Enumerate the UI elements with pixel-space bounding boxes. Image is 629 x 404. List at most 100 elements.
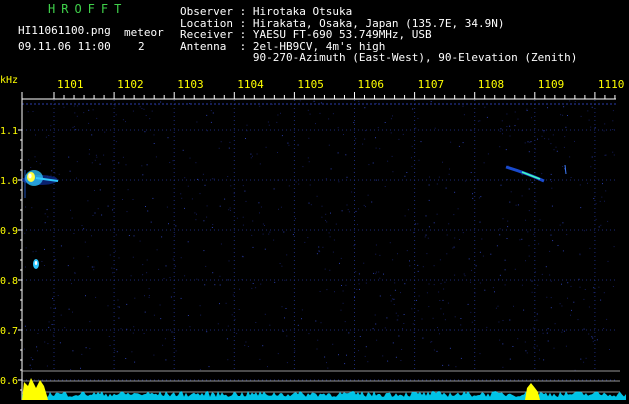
noise-speckle (513, 305, 514, 307)
noise-speckle (77, 105, 79, 107)
noise-speckle (175, 265, 176, 267)
noise-speckle (265, 146, 267, 148)
noise-speckle (244, 344, 246, 346)
noise-speckle (495, 307, 497, 309)
noise-speckle (317, 339, 319, 341)
noise-speckle (69, 170, 71, 172)
noise-speckle (431, 341, 433, 343)
noise-speckle (379, 277, 381, 279)
noise-speckle (524, 341, 526, 343)
noise-speckle (387, 360, 389, 362)
noise-speckle (382, 355, 384, 357)
noise-speckle (570, 177, 572, 178)
noise-speckle (134, 297, 136, 299)
noise-speckle (551, 187, 553, 189)
noise-speckle (439, 300, 441, 301)
noise-speckle (553, 149, 555, 151)
noise-speckle (145, 115, 147, 116)
noise-speckle (112, 209, 114, 211)
noise-speckle (181, 197, 183, 199)
noise-speckle (139, 240, 141, 242)
noise-speckle (329, 269, 331, 271)
noise-speckle (117, 299, 119, 301)
noise-speckle (585, 357, 587, 359)
noise-speckle (47, 343, 49, 345)
noise-speckle (210, 110, 212, 112)
noise-speckle (591, 156, 593, 158)
noise-speckle (189, 157, 191, 159)
noise-speckle (132, 199, 134, 200)
noise-speckle (587, 110, 589, 112)
noise-speckle (395, 312, 397, 314)
noise-speckle (527, 231, 529, 233)
noise-speckle (103, 154, 105, 156)
noise-speckle (173, 338, 175, 339)
noise-speckle (463, 273, 465, 275)
noise-speckle (206, 205, 208, 207)
noise-speckle (438, 291, 440, 293)
noise-speckle (506, 238, 508, 239)
noise-speckle (74, 112, 76, 114)
noise-speckle (413, 232, 414, 234)
noise-speckle (206, 331, 208, 333)
noise-speckle (557, 245, 559, 246)
noise-speckle (125, 358, 127, 359)
noise-speckle (148, 295, 150, 296)
noise-speckle (115, 114, 117, 116)
noise-speckle (547, 107, 548, 109)
noise-speckle (471, 269, 472, 271)
noise-speckle (328, 232, 330, 234)
noise-speckle (528, 245, 530, 247)
freq-label: 0.9 (0, 226, 18, 237)
noise-speckle (593, 287, 595, 289)
noise-speckle (245, 341, 247, 343)
noise-speckle (242, 256, 244, 258)
noise-speckle (500, 184, 502, 186)
noise-speckle (342, 290, 344, 292)
noise-speckle (398, 335, 400, 337)
noise-speckle (550, 297, 552, 299)
noise-speckle (203, 250, 205, 252)
noise-speckle (562, 166, 564, 167)
noise-speckle (450, 141, 452, 143)
noise-speckle (445, 187, 447, 189)
noise-speckle (462, 105, 464, 107)
noise-speckle (494, 291, 495, 293)
noise-speckle (472, 193, 473, 195)
noise-speckle (203, 220, 205, 222)
noise-speckle (440, 308, 442, 310)
noise-speckle (44, 222, 46, 224)
noise-speckle (60, 314, 62, 316)
noise-speckle (30, 357, 32, 359)
noise-speckle (517, 204, 519, 206)
noise-speckle (228, 260, 230, 262)
noise-speckle (467, 303, 469, 305)
noise-speckle (148, 296, 150, 298)
noise-speckle (227, 325, 229, 327)
noise-speckle (151, 110, 153, 112)
noise-speckle (479, 221, 481, 223)
noise-speckle (438, 176, 440, 178)
noise-speckle (531, 291, 533, 293)
noise-speckle (386, 317, 388, 319)
noise-speckle (109, 345, 111, 346)
noise-speckle (204, 284, 206, 286)
noise-speckle (167, 137, 169, 139)
noise-speckle (613, 246, 615, 248)
noise-speckle (570, 285, 572, 287)
noise-speckle (411, 166, 413, 167)
noise-speckle (321, 205, 323, 207)
noise-speckle (393, 298, 395, 300)
noise-speckle (436, 183, 438, 185)
noise-speckle (32, 251, 34, 253)
noise-speckle (571, 309, 572, 311)
noise-speckle (150, 221, 152, 223)
noise-speckle (444, 319, 446, 321)
noise-speckle (561, 331, 563, 333)
noise-speckle (543, 131, 545, 133)
noise-speckle (91, 162, 93, 164)
noise-speckle (552, 134, 554, 136)
noise-speckle (307, 109, 309, 111)
noise-speckle (267, 366, 268, 368)
noise-speckle (591, 106, 593, 108)
